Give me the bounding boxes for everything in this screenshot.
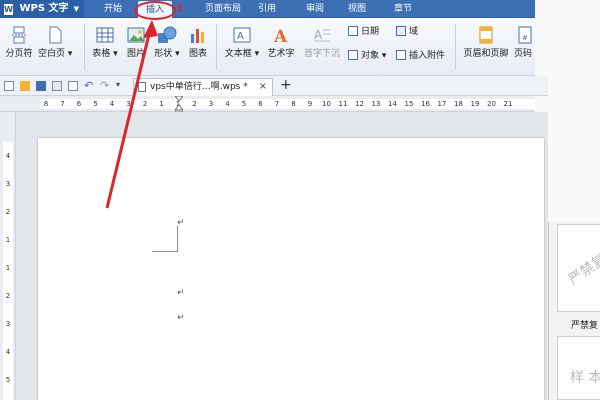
annotation-arrow-icon: [105, 20, 158, 209]
